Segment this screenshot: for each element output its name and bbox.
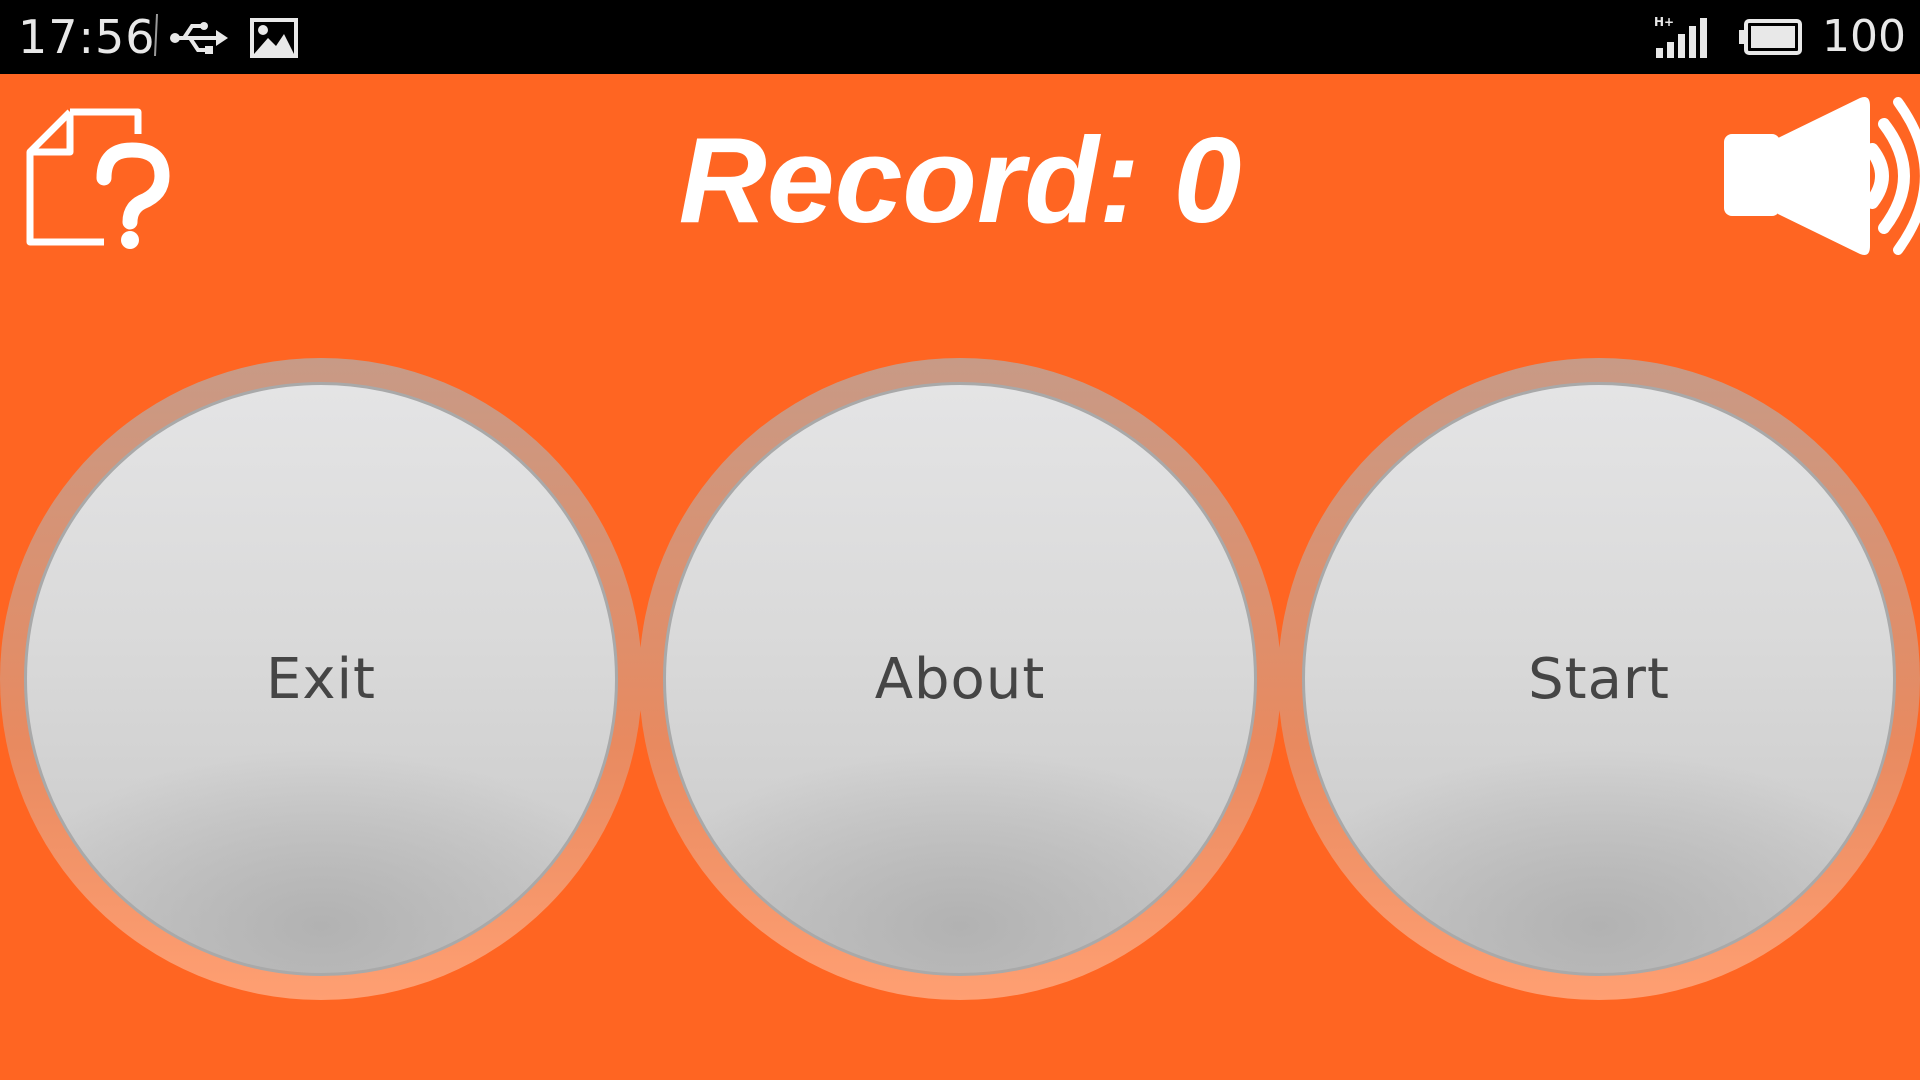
- status-bar: 17:56 H+ 100: [0, 0, 1920, 74]
- status-separator: [154, 13, 158, 57]
- status-time: 17:56: [18, 10, 156, 64]
- start-button[interactable]: Start: [1278, 358, 1920, 1000]
- app-screen: 17:56 H+ 100 Record: 0 Exit About Start: [0, 0, 1920, 1080]
- exit-button[interactable]: Exit: [0, 358, 642, 1000]
- about-button-label: About: [874, 646, 1046, 712]
- usb-icon: [170, 22, 228, 54]
- signal-hplus-icon: H+: [1654, 15, 1707, 58]
- record-value: 0: [1173, 112, 1242, 248]
- start-button-face[interactable]: Start: [1302, 382, 1896, 976]
- battery-icon: [1739, 19, 1802, 55]
- exit-button-label: Exit: [265, 646, 377, 712]
- about-button[interactable]: About: [639, 358, 1281, 1000]
- record-label: Record:: [678, 112, 1140, 248]
- image-icon: [250, 18, 298, 58]
- exit-button-face[interactable]: Exit: [24, 382, 618, 976]
- start-button-label: Start: [1528, 646, 1670, 712]
- about-button-face[interactable]: About: [663, 382, 1257, 976]
- svg-text:H+: H+: [1654, 15, 1674, 29]
- battery-level: 100: [1822, 11, 1906, 62]
- record-title: Record: 0: [0, 110, 1920, 250]
